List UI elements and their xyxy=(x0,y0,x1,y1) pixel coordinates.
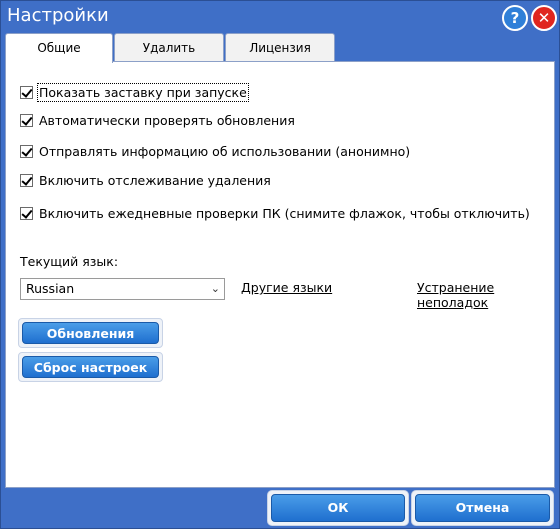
cancel-button-frame: Отмена xyxy=(411,490,554,526)
language-label: Текущий язык: xyxy=(20,254,119,269)
checkbox-show-splash[interactable]: Показать заставку при запуске xyxy=(20,83,249,102)
updates-button[interactable]: Обновления xyxy=(22,322,159,344)
checkbox-label: Показать заставку при запуске xyxy=(37,83,249,102)
checkbox-auto-updates[interactable]: Автоматически проверять обновления xyxy=(20,113,295,128)
checkbox-label: Включить ежедневные проверки ПК (снимите… xyxy=(39,206,530,221)
chevron-down-icon: ⌄ xyxy=(210,282,220,295)
help-icon: ? xyxy=(510,9,520,27)
checkbox-box[interactable] xyxy=(20,174,33,187)
checkbox-box[interactable] xyxy=(20,145,33,158)
window-title: Настройки xyxy=(7,5,109,26)
close-icon: ✕ xyxy=(537,9,551,27)
language-value: Russian xyxy=(26,281,75,296)
checkbox-uninstall-tracking[interactable]: Включить отслеживание удаления xyxy=(20,173,271,188)
language-select[interactable]: Russian ⌄ xyxy=(20,278,225,300)
reset-button-frame: Сброс настроек xyxy=(18,352,163,382)
checkbox-daily-scan[interactable]: Включить ежедневные проверки ПК (снимите… xyxy=(20,206,530,221)
checkbox-box[interactable] xyxy=(20,86,33,99)
troubleshooting-link[interactable]: Устранение неполадок xyxy=(417,280,554,310)
checkbox-send-usage[interactable]: Отправлять информацию об использовании (… xyxy=(20,144,410,159)
checkbox-label: Отправлять информацию об использовании (… xyxy=(39,144,411,159)
close-button[interactable]: ✕ xyxy=(531,5,557,31)
updates-button-frame: Обновления xyxy=(18,318,163,348)
settings-window: Настройки ? ✕ Общие Удалить Лицензия Пок… xyxy=(0,0,560,529)
checkbox-label: Включить отслеживание удаления xyxy=(39,173,271,188)
other-languages-link[interactable]: Другие языки xyxy=(241,280,332,295)
checkbox-box[interactable] xyxy=(20,114,33,127)
ok-button[interactable]: ОК xyxy=(271,494,405,522)
tab-uninstall[interactable]: Удалить xyxy=(114,33,224,61)
tab-license[interactable]: Лицензия xyxy=(225,33,335,61)
ok-button-frame: ОК xyxy=(267,490,409,526)
reset-settings-button[interactable]: Сброс настроек xyxy=(22,356,159,378)
title-bar: Настройки ? ✕ xyxy=(1,1,559,33)
tab-label: Общие xyxy=(37,41,81,55)
checkbox-box[interactable] xyxy=(20,207,33,220)
general-panel: Показать заставку при запуске Автоматиче… xyxy=(5,61,555,488)
checkbox-label: Автоматически проверять обновления xyxy=(39,113,295,128)
cancel-button[interactable]: Отмена xyxy=(415,494,550,522)
tab-general[interactable]: Общие xyxy=(5,33,113,63)
tab-label: Удалить xyxy=(142,41,196,55)
tab-label: Лицензия xyxy=(249,41,311,55)
help-button[interactable]: ? xyxy=(502,5,528,31)
